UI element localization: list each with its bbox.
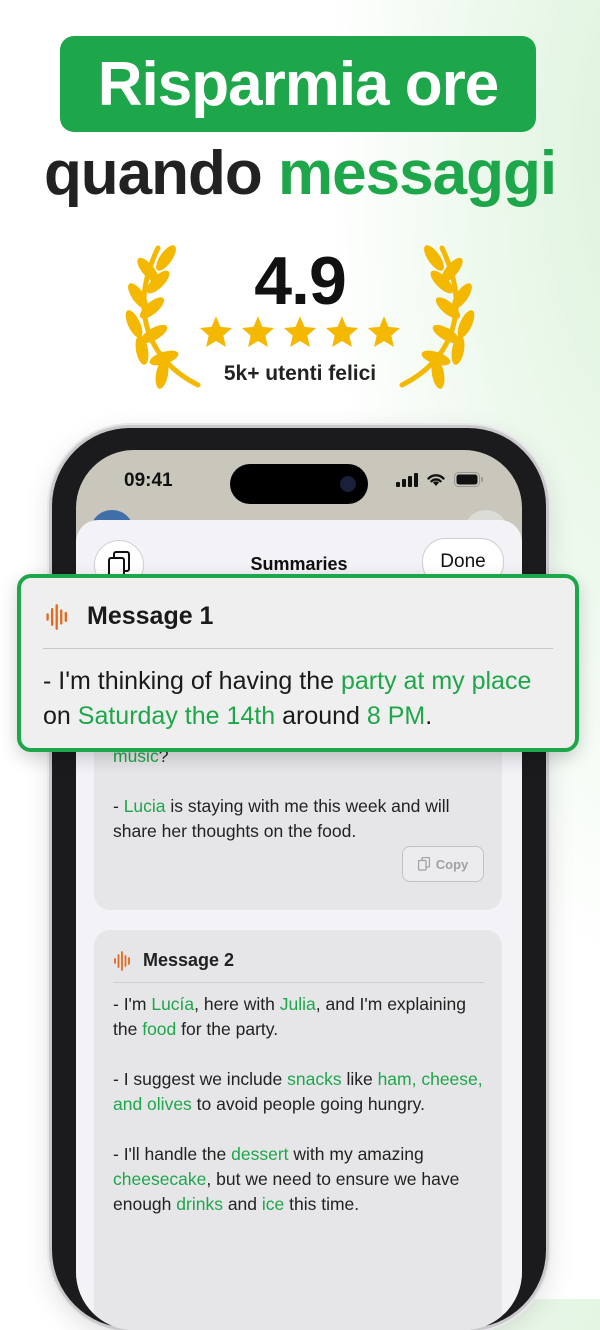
summary-paragraph: - I'm Lucía, here with Julia, and I'm ex…	[113, 992, 486, 1042]
rating-value: 4.9	[254, 243, 347, 319]
headline-badge: Risparmia ore	[60, 36, 536, 132]
star-icon	[367, 316, 401, 347]
message1-divider	[43, 648, 553, 649]
rating-caption: 5k+ utenti felici	[223, 362, 377, 385]
summary-text: to avoid people going hungry.	[191, 1094, 425, 1114]
summary-text: - I'll handle the	[113, 1144, 232, 1164]
highlighted-text: ice	[261, 1194, 285, 1214]
summary-paragraph: - I'll handle the dessert with my amazin…	[113, 1142, 486, 1217]
summary-text: , here with	[194, 994, 280, 1014]
summary-text: -	[113, 796, 124, 816]
phone-mockup: 09:41 Summaries Done music? - Lucia is s…	[52, 428, 546, 1330]
summary-paragraph: - I suggest we include snacks like ham, …	[113, 1067, 486, 1117]
highlighted-text: Lucía	[151, 994, 195, 1014]
headline-line2-plain: quando	[43, 139, 263, 208]
highlighted-text: drinks	[176, 1194, 223, 1214]
highlighted-text: party at my place	[341, 667, 532, 695]
summary-text: like	[341, 1069, 378, 1089]
copy-icon	[417, 857, 430, 871]
star-icon	[283, 316, 317, 347]
summary-text: this time.	[284, 1194, 360, 1214]
battery-icon	[454, 472, 483, 487]
message1-text: - I'm thinking of having the party at my…	[43, 664, 557, 734]
summary-text: - I'm thinking of having the	[43, 667, 341, 695]
summary-text: around	[275, 702, 367, 730]
summary-text: - I suggest we include	[113, 1069, 288, 1089]
summary-text: and	[222, 1194, 262, 1214]
message2-header: Message 2	[113, 950, 234, 971]
copy-label: Copy	[435, 856, 469, 872]
highlighted-text: cheesecake	[113, 1169, 207, 1189]
highlighted-text: food	[142, 1019, 177, 1039]
star-icon	[325, 316, 359, 347]
waveform-icon	[46, 603, 67, 630]
camera-icon	[340, 476, 356, 492]
highlighted-text: 8 PM	[366, 702, 426, 730]
summary-text: on	[43, 702, 78, 730]
rating-stars	[198, 314, 402, 354]
highlighted-text: Saturday the 14th	[77, 702, 276, 730]
summary-card-2-text: - I'm Lucía, here with Julia, and I'm ex…	[113, 992, 486, 1217]
wifi-icon	[427, 474, 445, 486]
headline-line1: Risparmia ore	[97, 49, 500, 119]
waveform-icon	[114, 950, 130, 971]
rating-block: 4.9 5k+ utenti felici	[0, 240, 600, 400]
star-icon	[241, 316, 275, 347]
copy-button[interactable]: Copy	[402, 846, 484, 882]
message1-label: Message 1	[87, 602, 214, 630]
dynamic-island	[230, 464, 368, 504]
message1-header: Message 1	[45, 602, 213, 631]
status-time: 09:41	[124, 470, 173, 491]
message2-label: Message 2	[143, 950, 235, 970]
summary-text: .	[425, 702, 433, 730]
message2-divider	[113, 982, 484, 983]
headline-line2-accent: messaggi	[278, 139, 557, 208]
highlighted-text: Lucia	[123, 796, 166, 816]
summary-text: for the party.	[176, 1019, 279, 1039]
message1-highlight-card: Message 1 - I'm thinking of having the p…	[17, 574, 579, 752]
summary-text: with my amazing	[288, 1144, 424, 1164]
status-icons	[396, 472, 484, 487]
summary-card-2: Message 2 - I'm Lucía, here with Julia, …	[94, 930, 502, 1330]
summary-text: - I'm	[113, 994, 152, 1014]
highlighted-text: snacks	[287, 1069, 342, 1089]
highlighted-text: Julia	[279, 994, 316, 1014]
highlighted-text: dessert	[231, 1144, 289, 1164]
star-icon	[199, 316, 233, 347]
summary-paragraph: - Lucia is staying with me this week and…	[113, 794, 486, 844]
headline-line2: quando messaggi	[0, 138, 600, 209]
signal-icon	[396, 472, 418, 487]
